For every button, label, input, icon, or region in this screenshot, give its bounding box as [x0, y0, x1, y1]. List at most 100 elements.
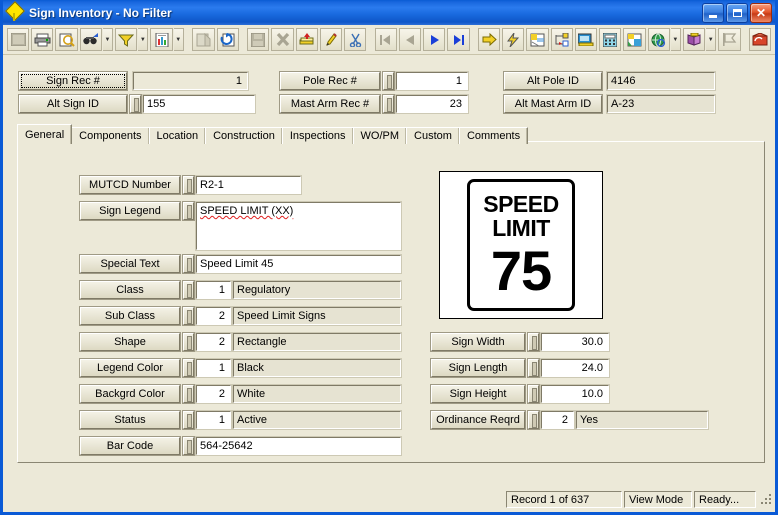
legend-color-label[interactable]: Legend Color: [80, 359, 180, 377]
alt-mast-arm-id-label[interactable]: Alt Mast Arm ID: [504, 95, 602, 113]
status-label[interactable]: Status: [80, 411, 180, 429]
status-code[interactable]: 1: [196, 411, 231, 429]
pole-rec-number-spinner[interactable]: [383, 72, 394, 90]
properties-button[interactable]: [192, 28, 215, 51]
help-dropdown-arrow[interactable]: ▼: [706, 28, 717, 51]
alt-pole-id-label[interactable]: Alt Pole ID: [504, 72, 602, 90]
tab-custom[interactable]: Custom: [406, 127, 460, 144]
mast-arm-rec-number-label[interactable]: Mast Arm Rec #: [280, 95, 380, 113]
sign-legend-label[interactable]: Sign Legend: [80, 202, 180, 220]
sub-class-spinner[interactable]: [183, 307, 194, 325]
save-button[interactable]: [247, 28, 270, 51]
print-preview-button[interactable]: [55, 28, 78, 51]
backgrd-color-spinner[interactable]: [183, 385, 194, 403]
sub-class-label[interactable]: Sub Class: [80, 307, 180, 325]
picture-button[interactable]: [623, 28, 646, 51]
report-dropdown-arrow[interactable]: ▼: [173, 28, 184, 51]
mast-arm-rec-number-spinner[interactable]: [383, 95, 394, 113]
bar-code-value[interactable]: 564-25642: [196, 437, 401, 455]
ordinance-reqrd-code[interactable]: 2: [541, 411, 574, 429]
sign-width-value[interactable]: 30.0: [541, 333, 609, 351]
sign-width-label[interactable]: Sign Width: [431, 333, 525, 351]
filter-dropdown-arrow[interactable]: ▼: [138, 28, 149, 51]
sign-length-label[interactable]: Sign Length: [431, 359, 525, 377]
special-text-spinner[interactable]: [183, 255, 194, 273]
next-record-button[interactable]: [423, 28, 446, 51]
alt-sign-id-value[interactable]: 155: [143, 95, 255, 113]
alt-sign-id-label[interactable]: Alt Sign ID: [19, 95, 127, 113]
cut-button[interactable]: [344, 28, 367, 51]
sign-height-label[interactable]: Sign Height: [431, 385, 525, 403]
goto-button[interactable]: [478, 28, 501, 51]
pole-rec-number-value[interactable]: 1: [396, 72, 468, 90]
delete-button[interactable]: [271, 28, 294, 51]
last-record-button[interactable]: [447, 28, 470, 51]
tab-inspections[interactable]: Inspections: [281, 127, 354, 144]
new-record-button[interactable]: [295, 28, 318, 51]
print-button[interactable]: [31, 28, 54, 51]
exit-button[interactable]: [749, 28, 772, 51]
mutcd-number-label[interactable]: MUTCD Number: [80, 176, 180, 194]
bar-code-label[interactable]: Bar Code: [80, 437, 180, 455]
sign-length-spinner[interactable]: [528, 359, 539, 377]
mutcd-number-value[interactable]: R2-1: [196, 176, 301, 194]
class-spinner[interactable]: [183, 281, 194, 299]
help-book-button[interactable]: [682, 28, 706, 51]
shape-label[interactable]: Shape: [80, 333, 180, 351]
sign-legend-textarea[interactable]: SPEED LIMIT (XX): [196, 202, 401, 250]
minimize-button[interactable]: [702, 2, 724, 23]
shape-spinner[interactable]: [183, 333, 194, 351]
sign-rec-number-label[interactable]: Sign Rec #: [19, 72, 127, 90]
sign-length-field: Sign Length 24.0: [431, 359, 609, 377]
mutcd-number-spinner[interactable]: [183, 176, 194, 194]
map-button[interactable]: [526, 28, 549, 51]
mast-arm-rec-number-value[interactable]: 23: [396, 95, 468, 113]
sign-legend-spinner[interactable]: [183, 202, 194, 220]
tab-comments[interactable]: Comments: [458, 127, 529, 144]
quick-action-button[interactable]: [502, 28, 525, 51]
edit-button[interactable]: [319, 28, 343, 51]
close-button[interactable]: ✕: [750, 2, 772, 23]
workstation-button[interactable]: [574, 28, 598, 51]
grid-view-button[interactable]: [7, 28, 30, 51]
web-globe-button[interactable]: [647, 28, 670, 51]
tree-structure-button[interactable]: [550, 28, 573, 51]
sub-class-code[interactable]: 2: [196, 307, 231, 325]
report-button[interactable]: [150, 28, 173, 51]
filter-button[interactable]: [115, 28, 138, 51]
ordinance-reqrd-label[interactable]: Ordinance Reqrd: [431, 411, 525, 429]
special-text-value[interactable]: Speed Limit 45: [196, 255, 401, 273]
first-record-button[interactable]: [374, 28, 397, 51]
pole-rec-number-label[interactable]: Pole Rec #: [280, 72, 380, 90]
sign-height-spinner[interactable]: [528, 385, 539, 403]
backgrd-color-code[interactable]: 2: [196, 385, 231, 403]
legend-color-spinner[interactable]: [183, 359, 194, 377]
sign-width-spinner[interactable]: [528, 333, 539, 351]
flag-button[interactable]: [718, 28, 741, 51]
tab-construction[interactable]: Construction: [205, 127, 283, 144]
web-dropdown-arrow[interactable]: ▼: [670, 28, 681, 51]
resize-grip[interactable]: [759, 492, 773, 507]
calculator-button[interactable]: [599, 28, 622, 51]
sign-height-value[interactable]: 10.0: [541, 385, 609, 403]
find-dropdown-arrow[interactable]: ▼: [102, 28, 114, 51]
class-code[interactable]: 1: [196, 281, 231, 299]
shape-code[interactable]: 2: [196, 333, 231, 351]
refresh-page-button[interactable]: [216, 28, 239, 51]
previous-record-button[interactable]: [398, 28, 422, 51]
tab-components[interactable]: Components: [71, 127, 150, 144]
maximize-button[interactable]: [726, 2, 748, 23]
alt-sign-id-spinner[interactable]: [130, 95, 141, 113]
tab-wo-pm[interactable]: WO/PM: [352, 127, 408, 144]
class-label[interactable]: Class: [80, 281, 180, 299]
ordinance-reqrd-spinner[interactable]: [528, 411, 539, 429]
backgrd-color-label[interactable]: Backgrd Color: [80, 385, 180, 403]
tab-general[interactable]: General: [17, 124, 73, 144]
status-spinner[interactable]: [183, 411, 194, 429]
bar-code-spinner[interactable]: [183, 437, 194, 455]
legend-color-code[interactable]: 1: [196, 359, 231, 377]
find-button[interactable]: [79, 28, 102, 51]
special-text-label[interactable]: Special Text: [80, 255, 180, 273]
tab-location[interactable]: Location: [148, 127, 207, 144]
sign-length-value[interactable]: 24.0: [541, 359, 609, 377]
